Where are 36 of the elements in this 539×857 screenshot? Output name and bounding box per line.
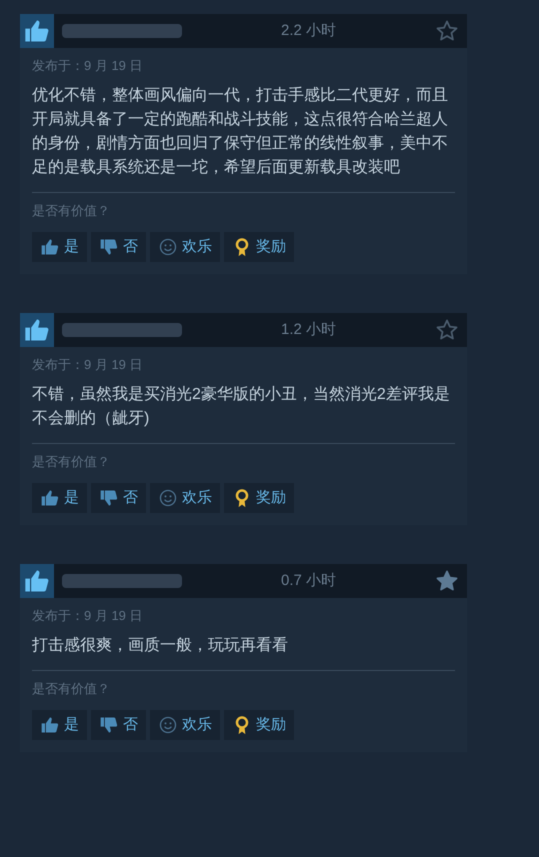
thumbs-down-icon: [99, 488, 119, 508]
vote-button[interactable]: 否: [91, 232, 146, 262]
star-icon[interactable]: [435, 19, 459, 43]
vote-button[interactable]: 欢乐: [150, 710, 220, 740]
post-date: 发布于：9 月 19 日: [32, 57, 144, 75]
playtime-text: 0.7 小时: [280, 570, 338, 591]
vote-button[interactable]: 奖励: [224, 710, 294, 740]
thumbs-down-icon: [99, 715, 119, 735]
star-icon[interactable]: [435, 318, 459, 342]
thumbs-up-icon: [40, 488, 60, 508]
vote-button[interactable]: 是: [32, 710, 87, 740]
post-date: 发布于：9 月 19 日: [32, 607, 144, 625]
vote-button[interactable]: 否: [91, 483, 146, 513]
helpful-prompt: 是否有价值？: [32, 680, 111, 698]
smiley-icon: [158, 237, 178, 257]
helpful-prompt: 是否有价值？: [32, 452, 111, 470]
vote-button[interactable]: 奖励: [224, 232, 294, 262]
review-text: 优化不错，整体画风偏向一代，打击手感比二代更好，而且开局就具备了一定的跑酷和战斗技能，这点很符合哈兰超人的身份，剧情方面也回归了保守但正常的线性叙事，美中不足的是载具系统还是一坨，希望后面更新载具改装吧: [32, 86, 449, 178]
playtime-text: 1.2 小时: [280, 320, 338, 340]
thumbs-up-icon: [40, 715, 60, 735]
vote-button[interactable]: 奖励: [224, 483, 294, 513]
vote-button[interactable]: 是: [32, 232, 87, 262]
helpful-prompt: 是否有价值？: [32, 202, 111, 220]
playtime-text: 2.2 小时: [280, 20, 338, 41]
smiley-icon: [158, 715, 178, 735]
star-icon[interactable]: [435, 569, 459, 593]
vote-button[interactable]: 欢乐: [150, 483, 220, 513]
smiley-icon: [158, 488, 178, 508]
post-date: 发布于：9 月 19 日: [32, 356, 144, 374]
thumbs-down-icon: [99, 237, 119, 257]
vote-button[interactable]: 是: [32, 483, 87, 513]
review-text: 打击感很爽，画质一般，玩玩再看看: [32, 636, 289, 656]
vote-button[interactable]: 否: [91, 710, 146, 740]
thumbs-up-icon: [40, 237, 60, 257]
vote-button[interactable]: 欢乐: [150, 232, 220, 262]
review-text: 不错，虽然我是买消光2豪华版的小丑，当然消光2差评我是不会删的（龇牙): [32, 384, 451, 428]
